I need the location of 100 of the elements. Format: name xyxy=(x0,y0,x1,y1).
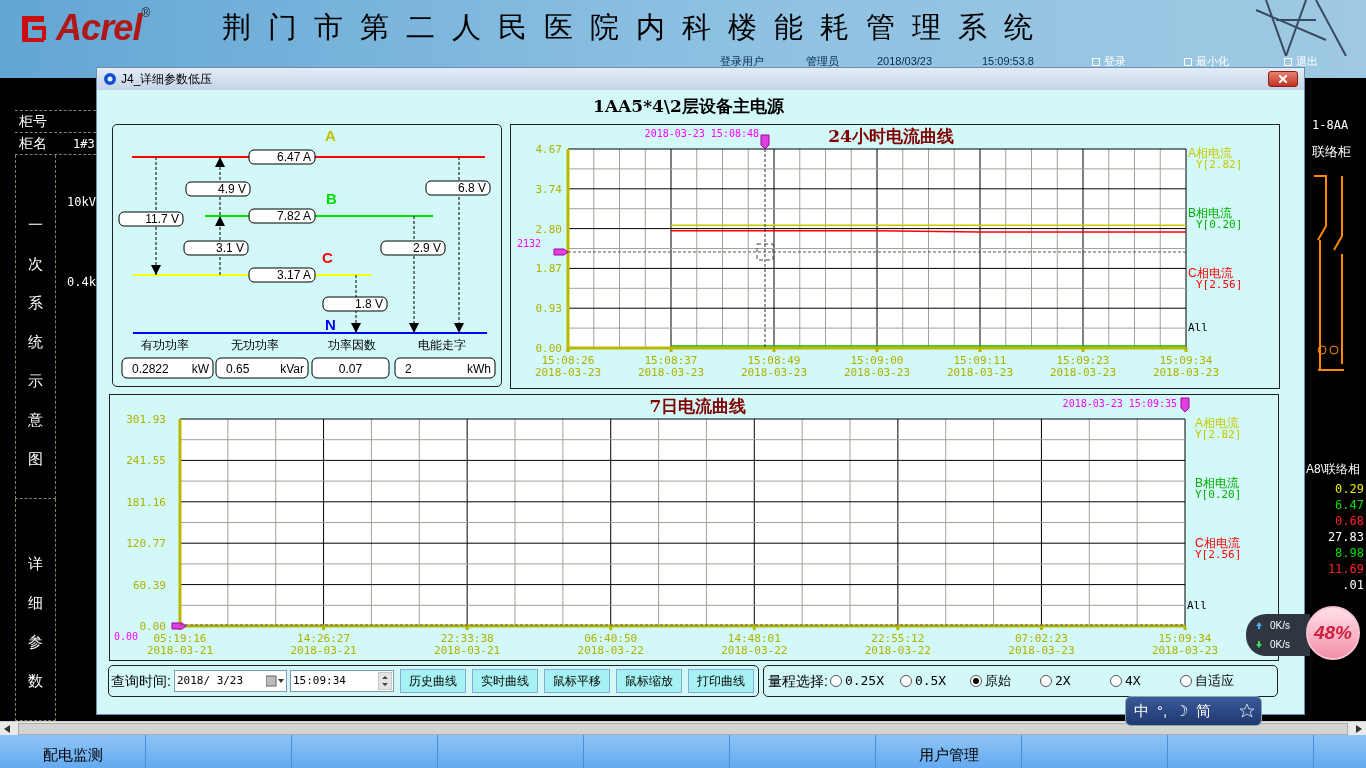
voltage-level: 0.4k xyxy=(67,274,96,291)
cursor-marker[interactable] xyxy=(171,622,187,630)
section-title: A8\联络相 xyxy=(1306,460,1361,478)
phase-name: C xyxy=(322,249,333,266)
x-tick-time: 15:08:49 xyxy=(747,354,801,367)
header-button-icon xyxy=(1284,57,1292,66)
y-tick-label: 60.39 xyxy=(132,578,166,592)
dialog-title: J4_详细参数低压 xyxy=(121,71,213,88)
x-tick-date: 2018-03-23 xyxy=(1049,366,1117,379)
metric-unit: kVar xyxy=(280,362,304,376)
header-button-icon xyxy=(1092,57,1100,66)
legend-all[interactable]: All xyxy=(1187,599,1207,612)
close-button[interactable] xyxy=(1268,71,1298,87)
x-tick-date: 2018-03-23 xyxy=(1151,644,1219,657)
header-info: 登录用户 xyxy=(720,54,765,70)
voltage-label: 6.8 V xyxy=(425,180,491,196)
voltage-label: 11.7 V xyxy=(118,211,184,227)
row-value: 1#3 xyxy=(73,135,95,153)
cursor-value-label: 0.00 xyxy=(114,631,139,642)
range-radio[interactable]: 0.5X xyxy=(899,671,970,691)
range-radio[interactable]: 4X xyxy=(1109,671,1180,691)
cabinet-number: 1-8AA xyxy=(1312,117,1350,134)
spinner-icon xyxy=(377,672,392,690)
metric-value: 2 xyxy=(405,362,412,376)
metric-value: 0.2822 xyxy=(132,362,169,376)
reading-value: .01 xyxy=(1342,577,1364,593)
ime-indicator[interactable]: 中 xyxy=(1134,699,1149,723)
y-tick-label: 120.77 xyxy=(126,537,166,551)
metric-label: 有功功率 xyxy=(141,338,189,352)
range-radio[interactable]: 0.25X xyxy=(829,671,900,691)
x-tick-time: 14:48:01 xyxy=(727,632,781,645)
y-tick-label: 1.87 xyxy=(535,262,562,276)
date-picker[interactable]: 2018/ 3/23 xyxy=(173,670,287,692)
voltage-level: 10kV xyxy=(67,194,96,211)
current-label: 7.82 A xyxy=(248,208,316,224)
ime-indicator[interactable]: °, xyxy=(1157,699,1168,723)
x-tick-time: 15:09:23 xyxy=(1056,354,1110,367)
ime-indicator[interactable]: ☽ xyxy=(1175,699,1189,723)
reading-value: 11.69 xyxy=(1327,561,1364,577)
toolbar-button[interactable]: 鼠标缩放 xyxy=(615,669,682,693)
range-radio[interactable]: 原始 xyxy=(969,671,1040,691)
y-tick-label: 241.55 xyxy=(126,454,166,468)
toolbar-button[interactable]: 实时曲线 xyxy=(471,669,538,693)
x-tick-date: 2018-03-23 xyxy=(843,366,911,379)
cursor-marker[interactable] xyxy=(553,248,569,256)
y-tick-label: 4.67 xyxy=(535,143,562,156)
legend-reading: Y[2.82] xyxy=(1195,428,1242,441)
cursor-marker[interactable] xyxy=(760,134,770,150)
ime-indicator[interactable]: 简 xyxy=(1196,699,1212,723)
section-tab[interactable]: 一次系统示意图 xyxy=(15,155,57,499)
current-label: 6.47 A xyxy=(248,149,316,165)
toolbar-button[interactable]: 历史曲线 xyxy=(399,669,466,693)
range-label: 量程选择: xyxy=(768,671,828,691)
close-icon xyxy=(1279,75,1287,83)
download-speed: 0K/s xyxy=(1270,638,1290,652)
app-title: 荆门市第二人民医院内科楼能耗管理系统 xyxy=(222,9,1051,47)
metric-label: 功率因数 xyxy=(328,338,376,352)
logo-text: Acrel xyxy=(56,6,142,50)
header-info: 2018/03/23 xyxy=(877,54,934,70)
gear-icon xyxy=(103,72,117,86)
x-tick-date: 2018-03-21 xyxy=(434,644,501,657)
reading-value: 0.68 xyxy=(1335,513,1364,529)
y-tick-label: 301.93 xyxy=(126,413,166,426)
range-radio[interactable]: 自适应 xyxy=(1179,671,1244,691)
y-tick-label: 0.00 xyxy=(535,342,562,355)
cursor-marker[interactable] xyxy=(1180,397,1190,413)
x-tick-date: 2018-03-21 xyxy=(146,644,214,657)
legend-all[interactable]: All xyxy=(1188,321,1208,334)
metric-label: 无功功率 xyxy=(231,338,279,352)
download-icon xyxy=(1256,641,1262,648)
x-tick-date: 2018-03-22 xyxy=(864,644,931,657)
x-tick-date: 2018-03-23 xyxy=(740,366,808,379)
x-tick-date: 2018-03-23 xyxy=(637,366,705,379)
x-tick-time: 22:33:38 xyxy=(440,632,494,645)
metric-value: 0.07 xyxy=(338,362,363,376)
header-info: 15:09:53.8 xyxy=(982,54,1035,70)
metric-unit: kW xyxy=(191,362,209,376)
upload-icon xyxy=(1256,622,1262,629)
metric-unit: kWh xyxy=(467,362,491,376)
voltage-label: 1.8 V xyxy=(322,296,388,312)
range-radio[interactable]: 2X xyxy=(1039,671,1110,691)
nav-tab[interactable]: 配电监测 xyxy=(0,735,146,768)
time-field[interactable]: 15:09:34 xyxy=(289,670,394,692)
toolbar-button[interactable]: 鼠标平移 xyxy=(543,669,610,693)
legend-label[interactable]: C相电流 xyxy=(1188,266,1233,280)
x-tick-time: 07:02:23 xyxy=(1014,632,1068,645)
toolbar-button[interactable]: 打印曲线 xyxy=(687,669,754,693)
legend-reading: Y[0.20] xyxy=(1196,218,1243,231)
header-button-icon xyxy=(1184,57,1192,66)
reading-value: 0.29 xyxy=(1335,481,1364,497)
x-tick-date: 2018-03-21 xyxy=(290,644,357,657)
voltage-label: 3.1 V xyxy=(183,240,249,256)
calendar-icon xyxy=(265,675,284,687)
nav-tab[interactable]: 用户管理 xyxy=(876,735,1022,768)
x-tick-date: 2018-03-22 xyxy=(721,644,788,657)
device-heading: 1AA5*4\2层设备主电源 xyxy=(593,95,784,119)
cursor-time-label: 2018-03-23 15:09:35 xyxy=(1062,398,1177,409)
legend-label[interactable]: C相电流 xyxy=(1195,536,1240,550)
x-tick-date: 2018-03-22 xyxy=(577,644,644,657)
cursor-time-label: 2018-03-23 15:08:48 xyxy=(644,128,759,139)
